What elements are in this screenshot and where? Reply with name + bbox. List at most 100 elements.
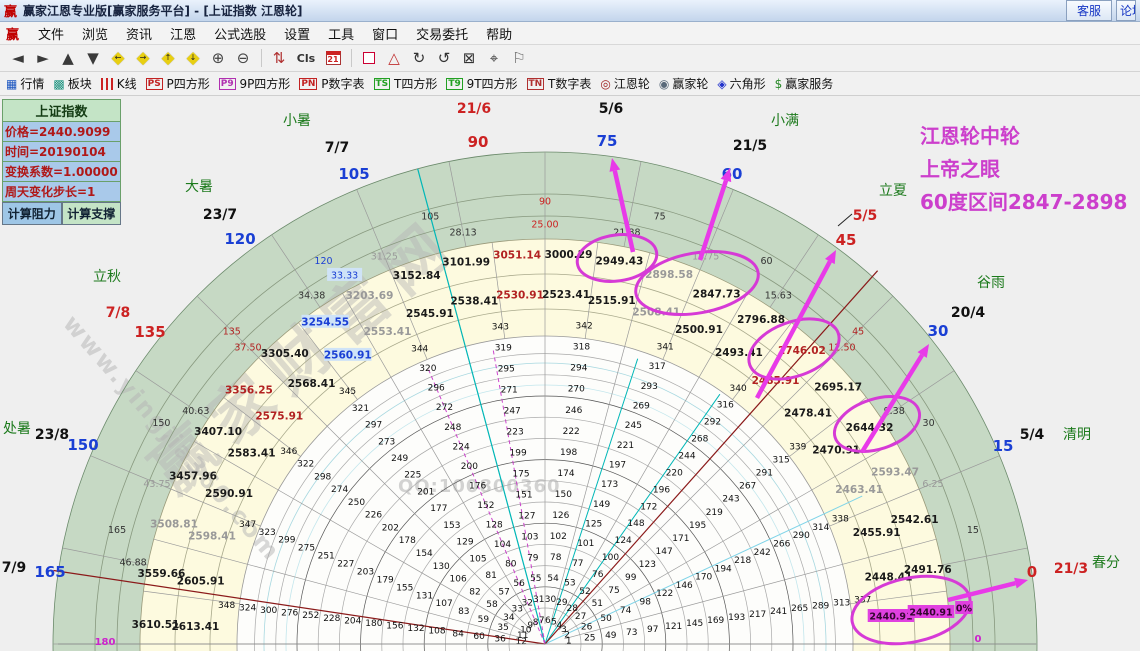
9t-square-icon: T9: [446, 77, 463, 90]
menu-logo-icon: 赢: [6, 27, 20, 43]
pan-right-icon[interactable]: ◆ →: [131, 47, 155, 69]
svg-text:3457.96: 3457.96: [169, 471, 217, 483]
svg-text:3508.81: 3508.81: [150, 518, 198, 530]
p-table-icon: PN: [299, 77, 318, 90]
ribbon-item-sectors[interactable]: ▩ 板块: [53, 75, 91, 92]
ribbon-item-9t-square[interactable]: T9 9T四方形: [446, 75, 518, 92]
svg-text:75: 75: [608, 586, 619, 596]
svg-text:197: 197: [609, 461, 626, 471]
svg-text:3305.40: 3305.40: [261, 348, 309, 360]
menu-item-9[interactable]: 帮助: [477, 26, 521, 45]
svg-text:343: 343: [492, 322, 509, 332]
svg-text:74: 74: [620, 606, 632, 616]
service-button[interactable]: 客服: [1065, 0, 1112, 21]
svg-text:83: 83: [458, 607, 469, 617]
calendar-icon[interactable]: 21: [321, 47, 345, 69]
svg-text:104: 104: [494, 540, 511, 550]
nav-left-icon[interactable]: ◄: [6, 47, 30, 69]
svg-text:2613.41: 2613.41: [171, 621, 219, 633]
svg-text:153: 153: [443, 521, 460, 531]
svg-text:小满: 小满: [771, 113, 799, 129]
ribbon-item-service[interactable]: $ 赢家服务: [775, 75, 834, 92]
svg-text:45: 45: [852, 326, 864, 337]
svg-text:242: 242: [754, 548, 771, 558]
menu-item-5[interactable]: 设置: [275, 26, 319, 45]
ribbon-item-hexagon[interactable]: ◈ 六角形: [717, 75, 765, 92]
pan-left-icon[interactable]: ◆ ←: [106, 47, 130, 69]
ribbon-item-quotes[interactable]: ▦ 行情: [6, 75, 44, 92]
updown-icon[interactable]: ⇅: [267, 47, 291, 69]
ribbon-item-gann-wheel[interactable]: ◎ 江恩轮: [600, 75, 650, 92]
nav-down-icon[interactable]: ▼: [81, 47, 105, 69]
menu-item-2[interactable]: 资讯: [117, 26, 161, 45]
svg-text:178: 178: [399, 536, 416, 546]
ribbon-item-9p-square[interactable]: P9 9P四方形: [218, 75, 290, 92]
menu-item-3[interactable]: 江恩: [161, 26, 205, 45]
menu-item-7[interactable]: 窗口: [363, 26, 407, 45]
calc-support-button[interactable]: 计算支撑: [61, 202, 121, 225]
svg-text:169: 169: [707, 616, 724, 626]
nav-up-icon[interactable]: ▲: [56, 47, 80, 69]
svg-text:0: 0: [1027, 563, 1037, 581]
svg-text:271: 271: [501, 385, 518, 395]
svg-text:2598.41: 2598.41: [188, 531, 236, 543]
rotate-ccw-icon[interactable]: ↺: [432, 47, 456, 69]
ribbon-item-p-square[interactable]: PS P四方形: [145, 75, 210, 92]
zoom-out-icon[interactable]: ⊖: [231, 47, 255, 69]
menu-item-1[interactable]: 浏览: [73, 26, 117, 45]
menu-item-4[interactable]: 公式选股: [205, 26, 275, 45]
svg-text:73: 73: [626, 628, 637, 638]
pan-down-icon[interactable]: ◆ ↓: [181, 47, 205, 69]
ribbon-item-winner-wheel[interactable]: ◉ 赢家轮: [659, 75, 709, 92]
ribbon-item-kline[interactable]: K线: [100, 75, 137, 92]
svg-text:203: 203: [357, 568, 374, 578]
ribbon-item-p-table[interactable]: PN P数字表: [299, 75, 365, 92]
svg-text:54: 54: [547, 574, 559, 584]
nav-right-icon[interactable]: ►: [31, 47, 55, 69]
svg-text:300: 300: [260, 606, 277, 616]
ribbon-item-t-square[interactable]: TS T四方形: [373, 75, 437, 92]
triangle-tool-icon[interactable]: △: [382, 47, 406, 69]
svg-text:5: 5: [551, 618, 557, 628]
svg-text:317: 317: [649, 362, 666, 372]
svg-text:339: 339: [789, 443, 806, 453]
svg-text:小暑: 小暑: [283, 113, 311, 129]
svg-text:241: 241: [770, 607, 787, 617]
menu-item-8[interactable]: 交易委托: [407, 26, 477, 45]
svg-text:295: 295: [498, 364, 515, 374]
ribbon-item-t-table[interactable]: TN T数字表: [526, 75, 591, 92]
svg-text:上帝之眼: 上帝之眼: [920, 157, 1000, 181]
rotate-cw-icon[interactable]: ↻: [407, 47, 431, 69]
svg-text:37.50: 37.50: [234, 343, 261, 354]
svg-text:226: 226: [365, 511, 382, 521]
svg-text:224: 224: [453, 442, 470, 452]
svg-text:319: 319: [495, 343, 512, 353]
svg-text:180: 180: [365, 619, 382, 629]
square-tool-icon[interactable]: [357, 47, 381, 69]
svg-text:272: 272: [436, 403, 453, 413]
svg-text:342: 342: [576, 322, 593, 332]
svg-text:26: 26: [581, 622, 593, 632]
box-x-icon[interactable]: ⊠: [457, 47, 481, 69]
svg-text:清明: 清明: [1063, 427, 1091, 443]
menu-item-0[interactable]: 文件: [29, 26, 73, 45]
flag-icon[interactable]: ⚐: [507, 47, 531, 69]
partial-button[interactable]: 论坛: [1116, 0, 1136, 21]
title-bar: 赢 赢家江恩专业版[赢家服务平台] - [上证指数 江恩轮] 客服 论坛: [0, 0, 1140, 22]
svg-text:2440.91: 2440.91: [909, 608, 952, 619]
menu-item-6[interactable]: 工具: [319, 26, 363, 45]
cls-icon[interactable]: Cls: [292, 47, 320, 69]
pan-up-icon[interactable]: ◆ ↑: [156, 47, 180, 69]
svg-text:148: 148: [627, 519, 644, 529]
svg-text:98: 98: [639, 598, 651, 608]
svg-text:21/3: 21/3: [1054, 561, 1088, 577]
calc-resistance-button[interactable]: 计算阻力: [2, 202, 62, 225]
svg-text:175: 175: [512, 469, 529, 479]
svg-text:8: 8: [533, 618, 539, 628]
svg-text:173: 173: [601, 480, 618, 490]
svg-text:170: 170: [695, 573, 712, 583]
svg-text:316: 316: [717, 401, 734, 411]
svg-text:51: 51: [592, 599, 603, 609]
center-icon[interactable]: ⌖: [482, 47, 506, 69]
zoom-in-icon[interactable]: ⊕: [206, 47, 230, 69]
